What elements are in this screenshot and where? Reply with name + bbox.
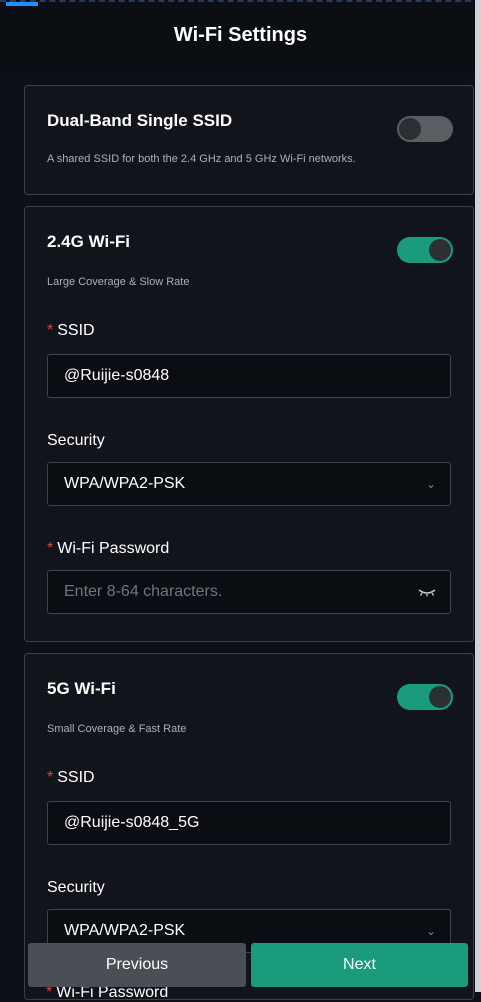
ssid-label-text: SSID (57, 322, 95, 339)
security-label: Security (47, 879, 105, 896)
wifi-5g-description: Small Coverage & Fast Rate (47, 723, 187, 735)
dual-band-title: Dual-Band Single SSID (47, 111, 233, 130)
dual-band-description: A shared SSID for both the 2.4 GHz and 5… (47, 153, 356, 165)
wifi-5g-title: 5G Wi-Fi (47, 679, 116, 698)
ssid-label: * SSID (47, 769, 95, 787)
wifi-24g-toggle[interactable] (397, 237, 453, 263)
password-24g-placeholder: Enter 8-64 characters. (64, 583, 223, 600)
security-label: Security (47, 432, 105, 449)
dual-band-card: Dual-Band Single SSID A shared SSID for … (24, 85, 474, 195)
toggle-knob (429, 239, 451, 261)
toggle-knob (429, 686, 451, 708)
password-24g-input[interactable]: Enter 8-64 characters. (47, 570, 451, 614)
previous-button[interactable]: Previous (28, 943, 246, 987)
wifi-5g-toggle[interactable] (397, 684, 453, 710)
header-bar: Wi-Fi Settings (0, 0, 481, 72)
required-mark: * (47, 322, 54, 339)
ssid-label-text: SSID (57, 769, 95, 786)
security-24g-select[interactable]: WPA/WPA2-PSK ⌄ (47, 462, 451, 506)
toggle-knob (399, 118, 421, 140)
ssid-5g-input[interactable]: @Ruijie-s0848_5G (47, 801, 451, 845)
security-24g-value: WPA/WPA2-PSK (64, 475, 186, 492)
eye-hidden-icon[interactable] (418, 571, 436, 613)
required-mark: * (47, 540, 54, 557)
wifi-24g-card: 2.4G Wi-Fi Large Coverage & Slow Rate * S… (24, 206, 474, 642)
next-button[interactable]: Next (251, 943, 468, 987)
ssid-24g-input[interactable]: @Ruijie-s0848 (47, 354, 451, 398)
scrollbar-track[interactable] (475, 0, 481, 992)
chevron-down-icon: ⌄ (425, 477, 436, 491)
wifi-24g-title: 2.4G Wi-Fi (47, 232, 130, 251)
password-label: * Wi-Fi Password (47, 540, 169, 558)
ssid-label: * SSID (47, 322, 95, 340)
required-mark: * (47, 769, 54, 786)
page-title: Wi-Fi Settings (173, 24, 308, 46)
header-accent (6, 2, 38, 6)
security-5g-value: WPA/WPA2-PSK (64, 922, 186, 939)
dual-band-toggle[interactable] (397, 116, 453, 142)
password-label-text: Wi-Fi Password (57, 540, 170, 557)
wifi-24g-description: Large Coverage & Slow Rate (47, 276, 190, 288)
